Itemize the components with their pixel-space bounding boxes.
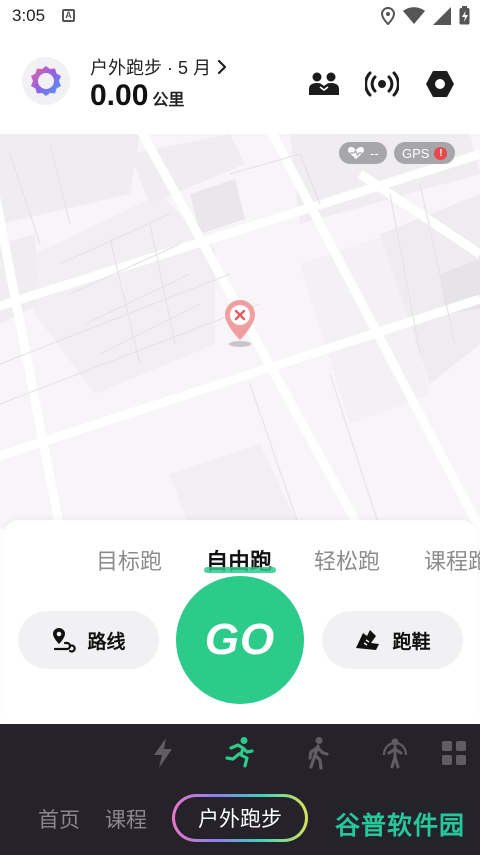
status-icons [381, 6, 470, 25]
friends-icon[interactable] [306, 66, 342, 102]
chevron-right-icon [217, 59, 227, 75]
location-marker-icon [222, 298, 258, 348]
heart-rate-value: -- [370, 145, 379, 161]
notification-a-icon: A [62, 9, 75, 22]
header-actions [306, 66, 458, 102]
active-mode-underline [204, 567, 276, 573]
tab-outdoor-run[interactable]: 户外跑步 [172, 794, 308, 842]
lightning-icon[interactable] [143, 733, 183, 773]
status-bar: 3:05 A [0, 0, 480, 32]
status-time: 3:05 [12, 6, 46, 25]
run-mode-tabs: 目标跑 自由跑 轻松跑 课程跑 [0, 540, 480, 580]
header: 户外跑步 · 5 月 0.00 公里 [0, 32, 480, 134]
tab-outdoor-run-label: 户外跑步 [175, 797, 305, 839]
signal-icon [433, 6, 451, 25]
route-button[interactable]: 路线 [18, 611, 159, 669]
heart-icon [347, 147, 365, 159]
broadcast-icon[interactable] [364, 66, 400, 102]
mode-easy-run[interactable]: 轻松跑 [314, 544, 380, 576]
route-icon [53, 628, 77, 653]
mode-target-run[interactable]: 目标跑 [96, 544, 162, 576]
go-button[interactable]: GO [176, 576, 304, 704]
location-icon [381, 6, 395, 25]
sport-type-icons [0, 733, 480, 775]
route-label: 路线 [87, 631, 126, 653]
tab-home[interactable]: 首页 [38, 804, 80, 834]
heart-rate-indicator[interactable]: -- [339, 142, 387, 164]
gps-indicator[interactable]: GPS ! [394, 142, 456, 164]
shoes-button[interactable]: 跑鞋 [322, 611, 463, 669]
mode-course-run[interactable]: 课程跑 [424, 544, 480, 576]
wifi-icon [403, 6, 425, 24]
gps-warning-icon: ! [434, 146, 448, 160]
sport-month-selector[interactable]: 户外跑步 · 5 月 [90, 54, 227, 80]
gps-label: GPS [402, 145, 430, 161]
tab-courses[interactable]: 课程 [105, 804, 147, 834]
grid-icon[interactable] [434, 733, 474, 773]
running-icon[interactable] [219, 733, 259, 773]
distance-value: 0.00 [90, 79, 149, 112]
go-label: GO [204, 615, 276, 664]
watermark-logo: 谷普软件园 [328, 803, 472, 845]
shoes-label: 跑鞋 [392, 631, 431, 653]
settings-hex-icon[interactable] [422, 66, 458, 102]
app-logo-icon[interactable] [22, 57, 70, 105]
shoe-icon [356, 630, 380, 650]
sport-month-label: 户外跑步 · 5 月 [90, 58, 212, 78]
battery-icon [459, 6, 470, 25]
distance-unit: 公里 [152, 92, 185, 109]
total-distance: 0.00 公里 [90, 79, 184, 113]
jump-rope-icon[interactable] [375, 733, 415, 773]
walking-icon[interactable] [298, 733, 338, 773]
